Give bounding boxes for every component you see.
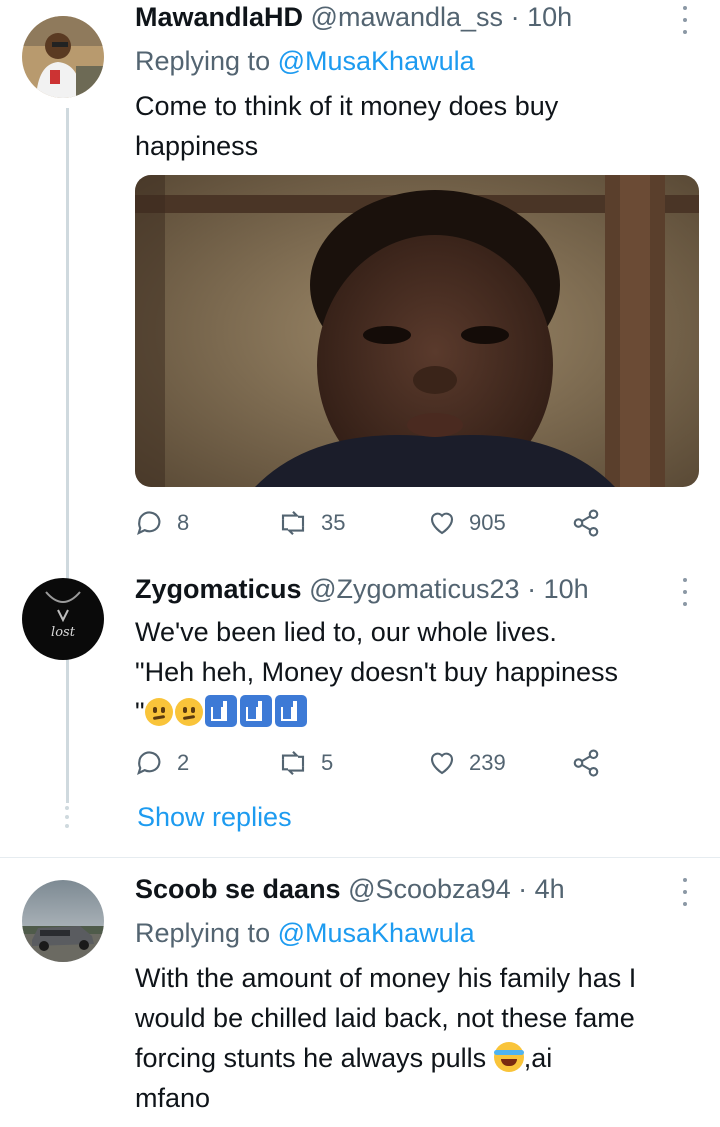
- more-options-icon[interactable]: [680, 6, 690, 34]
- avatar-scoob[interactable]: [22, 880, 104, 962]
- replying-to: Replying to @MusaKhawula: [135, 44, 475, 78]
- mention-link[interactable]: @MusaKhawula: [278, 46, 475, 76]
- share-icon: [573, 749, 599, 777]
- replying-label: Replying to: [135, 46, 271, 76]
- share-icon: [573, 509, 599, 537]
- user-handle[interactable]: @mawandla_ss: [311, 2, 504, 32]
- share-button[interactable]: [571, 746, 601, 780]
- tweet-actions: 2 5 239: [135, 746, 695, 780]
- heart-icon: [430, 512, 454, 535]
- reply-button[interactable]: 8: [135, 506, 189, 540]
- confused-face-emoji: [144, 698, 173, 726]
- separator: ·: [518, 874, 528, 904]
- retweet-icon: [281, 510, 305, 536]
- tweet-mawandlahd[interactable]: MawandlaHD @mawandla_ss · 10h Replying t…: [0, 0, 720, 803]
- separator: ·: [527, 574, 537, 604]
- tweet-zygomaticus[interactable]: lost Zygomaticus @Zygomaticus23 · 10h We…: [0, 560, 720, 857]
- put-litter-in-bin-emoji: [204, 695, 237, 727]
- tweet-header: Zygomaticus @Zygomaticus23 · 10h: [135, 572, 589, 606]
- retweet-button[interactable]: 35: [277, 506, 345, 540]
- retweet-button[interactable]: 5: [277, 746, 333, 780]
- tears-of-joy-emoji: [493, 1042, 524, 1072]
- tweet-text-segment: ,ai: [523, 1043, 553, 1073]
- show-replies-link[interactable]: Show replies: [137, 800, 292, 834]
- more-options-icon[interactable]: [680, 578, 690, 606]
- avatar-zygomaticus[interactable]: lost: [22, 578, 104, 660]
- tweet-header: MawandlaHD @mawandla_ss · 10h: [135, 0, 572, 34]
- more-options-icon[interactable]: [680, 878, 690, 906]
- tweet-text-line: Come to think of it money does buy: [135, 91, 559, 121]
- tweet-text-line: We've been lied to, our whole lives.: [135, 617, 557, 647]
- tweet-text-segment: forcing stunts he always pulls: [135, 1043, 494, 1073]
- replying-to: Replying to @MusaKhawula: [135, 916, 475, 950]
- tweet-header: Scoob se daans @Scoobza94 · 4h: [135, 872, 565, 906]
- tweet-text: Come to think of it money does buy happi…: [135, 86, 705, 166]
- tweet-text-line: mfano: [135, 1083, 211, 1113]
- display-name[interactable]: Zygomaticus: [135, 574, 302, 604]
- zygomaticus-logo-text: lost: [51, 625, 76, 640]
- like-count: 239: [469, 750, 506, 775]
- tweet-text-line: With the amount of money his family has …: [135, 963, 637, 993]
- thread-continuation-dots: [65, 806, 69, 828]
- retweet-icon: [281, 750, 305, 776]
- timestamp[interactable]: 10h: [544, 574, 589, 604]
- reply-button[interactable]: 2: [135, 746, 189, 780]
- put-litter-in-bin-emoji: [239, 695, 272, 727]
- reply-count: 8: [177, 510, 190, 535]
- share-button[interactable]: [571, 506, 601, 540]
- tweet-text: With the amount of money his family has …: [135, 958, 705, 1118]
- tweet-image[interactable]: [135, 175, 699, 487]
- like-button[interactable]: 905: [427, 506, 506, 540]
- retweet-count: 5: [321, 750, 334, 775]
- display-name[interactable]: MawandlaHD: [135, 2, 303, 32]
- reply-count: 2: [177, 750, 190, 775]
- tweet-text: We've been lied to, our whole lives. "He…: [135, 612, 705, 732]
- tweet-text-line: would be chilled laid back, not these fa…: [135, 1003, 635, 1033]
- replying-label: Replying to: [135, 918, 271, 948]
- mention-link[interactable]: @MusaKhawula: [278, 918, 475, 948]
- like-button[interactable]: 239: [427, 746, 506, 780]
- tweet-actions: 8 35 905: [135, 506, 695, 540]
- heart-icon: [430, 752, 454, 775]
- reply-icon: [137, 751, 161, 776]
- timestamp[interactable]: 10h: [527, 2, 572, 32]
- user-handle[interactable]: @Scoobza94: [348, 874, 511, 904]
- separator: ·: [510, 2, 520, 32]
- timestamp[interactable]: 4h: [535, 874, 565, 904]
- display-name[interactable]: Scoob se daans: [135, 874, 341, 904]
- tweet-text-line: forcing stunts he always pulls ,ai: [135, 1038, 705, 1078]
- quote-mark: ": [135, 697, 145, 727]
- tweet-text-line: happiness: [135, 131, 259, 161]
- tweet-text-line: ": [135, 692, 705, 732]
- tweet-text-line: "Heh heh, Money doesn't buy happiness: [135, 657, 619, 687]
- retweet-count: 35: [321, 510, 346, 535]
- confused-face-emoji: [174, 698, 203, 726]
- reply-icon: [137, 511, 161, 536]
- tweet-scoob[interactable]: Scoob se daans @Scoobza94 · 4h Replying …: [0, 858, 720, 1127]
- put-litter-in-bin-emoji: [274, 695, 307, 727]
- like-count: 905: [469, 510, 506, 535]
- avatar-mawandlahd[interactable]: [22, 16, 104, 98]
- user-handle[interactable]: @Zygomaticus23: [309, 574, 520, 604]
